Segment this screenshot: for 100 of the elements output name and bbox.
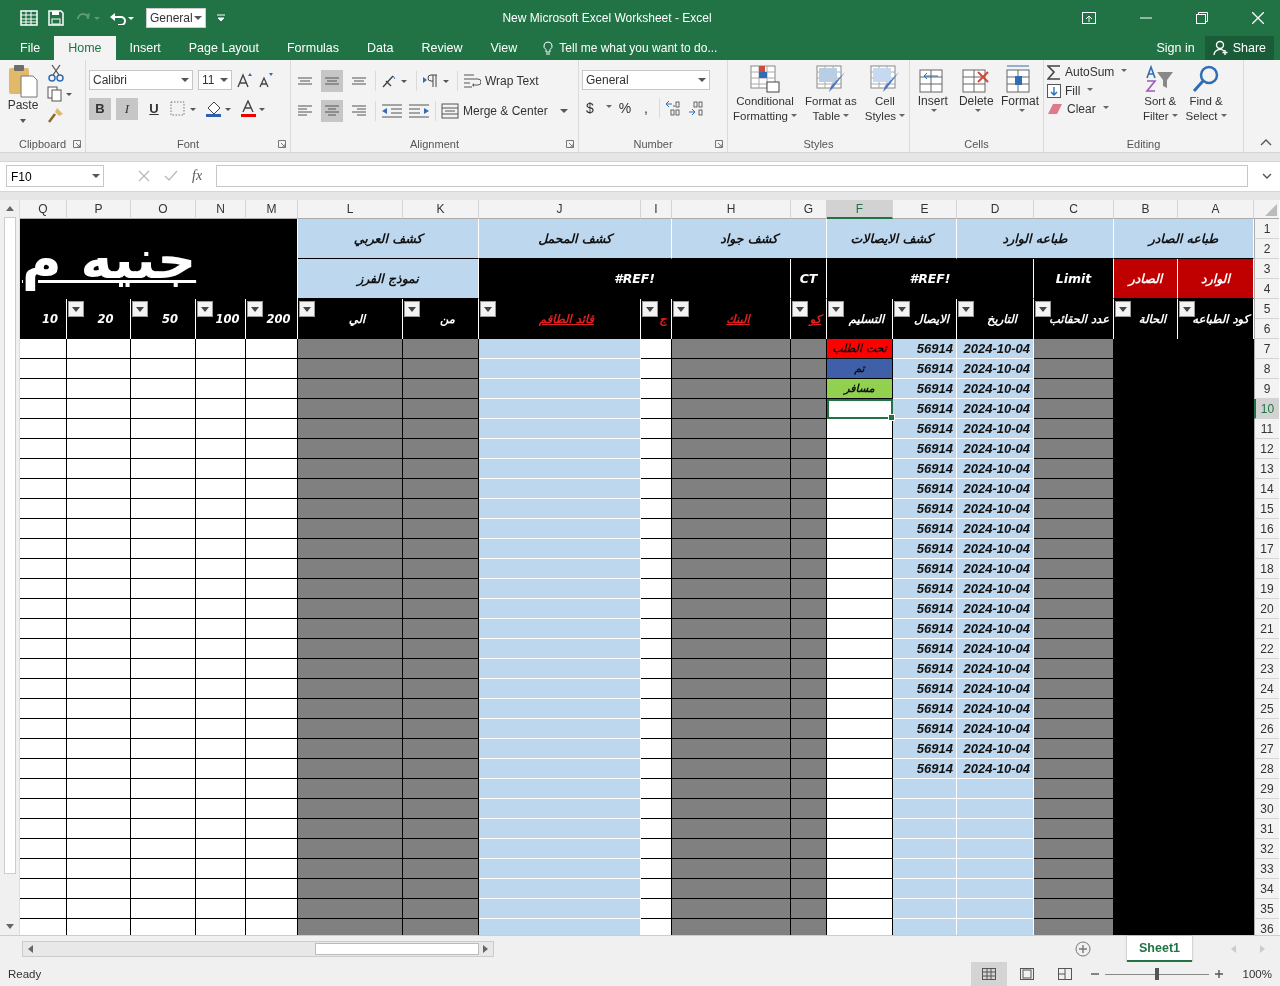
ribbon-tab[interactable]: Page Layout: [174, 35, 273, 60]
increase-indent-icon[interactable]: [408, 102, 430, 119]
text-direction-icon[interactable]: [422, 72, 452, 89]
ribbon-tab[interactable]: Home: [54, 35, 116, 60]
dialog-launcher-icon[interactable]: [566, 139, 574, 148]
styles-button[interactable]: Conditional Formatting: [731, 63, 799, 124]
ribbon-tab[interactable]: Formulas: [272, 35, 354, 60]
percent-button[interactable]: %: [617, 99, 633, 116]
scroll-down-icon[interactable]: [5, 924, 14, 931]
row-header[interactable]: 23: [1254, 659, 1279, 680]
filter-button[interactable]: [958, 301, 974, 318]
row-header[interactable]: 2: [1254, 239, 1279, 260]
name-box[interactable]: F10: [6, 165, 104, 188]
share-button[interactable]: Share: [1204, 35, 1274, 60]
scroll-thumb[interactable]: [3, 217, 16, 875]
filter-button[interactable]: [642, 301, 658, 318]
row-header[interactable]: 22: [1254, 639, 1279, 660]
font-name-dropdown[interactable]: Calibri: [89, 69, 193, 90]
increase-decimal-icon[interactable]: [665, 99, 683, 116]
column-header[interactable]: E: [893, 200, 957, 220]
column-title[interactable]: ج: [659, 312, 667, 327]
filter-button[interactable]: [792, 301, 808, 318]
column-header[interactable]: L: [298, 200, 403, 220]
grow-font-icon[interactable]: [237, 71, 253, 88]
ribbon-tab[interactable]: Review: [407, 35, 477, 60]
row-header[interactable]: 31: [1254, 819, 1279, 840]
horizontal-scrollbar[interactable]: [22, 941, 494, 958]
comma-style-button[interactable]: ,: [638, 99, 654, 116]
filter-button[interactable]: [480, 301, 496, 318]
row-header[interactable]: 12: [1254, 439, 1279, 460]
row-header[interactable]: 4: [1254, 279, 1279, 300]
zoom-in-icon[interactable]: [1214, 970, 1223, 978]
shrink-font-icon[interactable]: [258, 71, 274, 88]
filter-button[interactable]: [1115, 301, 1131, 318]
row-header[interactable]: 30: [1254, 799, 1279, 820]
copy-icon[interactable]: [47, 85, 73, 102]
wrap-text-button[interactable]: Wrap Text: [463, 72, 539, 89]
sort-filter-button[interactable]: Sort & Filter: [1141, 63, 1180, 124]
paste-button[interactable]: Paste: [3, 63, 43, 126]
column-header[interactable]: H: [672, 200, 791, 220]
spreadsheet-icon[interactable]: [20, 9, 38, 26]
column-header[interactable]: P: [67, 200, 131, 220]
find-select-button[interactable]: Find & Select: [1183, 63, 1229, 124]
filter-button[interactable]: [132, 301, 148, 318]
font-style-button[interactable]: B: [89, 97, 111, 120]
row-header[interactable]: 9: [1254, 379, 1279, 400]
ribbon-tab[interactable]: View: [476, 35, 532, 60]
ribbon-tab[interactable]: Insert: [115, 35, 175, 60]
sign-in-link[interactable]: Sign in: [1156, 35, 1195, 60]
column-header[interactable]: C: [1034, 200, 1114, 220]
cells-button[interactable]: Delete: [956, 63, 996, 115]
column-title[interactable]: البنك: [726, 312, 750, 327]
column-header[interactable]: I: [641, 200, 672, 220]
column-header[interactable]: O: [131, 200, 196, 220]
cells-button[interactable]: Insert: [913, 63, 953, 115]
restore-icon[interactable]: [1196, 11, 1208, 24]
save-icon[interactable]: [48, 9, 64, 26]
dialog-launcher-icon[interactable]: [73, 139, 81, 148]
undo-icon[interactable]: [110, 10, 136, 25]
fill-button[interactable]: Fill: [1047, 83, 1137, 98]
row-header[interactable]: 17: [1254, 539, 1279, 560]
number-format-dropdown[interactable]: General: [146, 7, 206, 28]
row-header[interactable]: 24: [1254, 679, 1279, 700]
column-title[interactable]: قائد الطاقم: [539, 312, 594, 327]
currency-button[interactable]: $: [582, 99, 598, 116]
row-header[interactable]: 16: [1254, 519, 1279, 540]
row-header[interactable]: 7: [1254, 339, 1279, 360]
decrease-indent-icon[interactable]: [381, 102, 403, 119]
row-header[interactable]: 25: [1254, 699, 1279, 720]
scroll-thumb[interactable]: [315, 943, 479, 956]
sheet-tab[interactable]: Sheet1: [1127, 936, 1192, 962]
row-header[interactable]: 27: [1254, 739, 1279, 760]
row-header[interactable]: 13: [1254, 459, 1279, 480]
dialog-launcher-icon[interactable]: [278, 139, 286, 148]
font-style-button[interactable]: I: [116, 97, 138, 120]
column-header[interactable]: N: [196, 200, 246, 220]
row-header[interactable]: 34: [1254, 879, 1279, 900]
column-header[interactable]: Q: [20, 200, 67, 220]
tell-me-search[interactable]: Tell me what you want to do...: [559, 40, 718, 55]
row-header[interactable]: 8: [1254, 359, 1279, 380]
row-header[interactable]: 3: [1254, 259, 1279, 280]
merge-center-button[interactable]: Merge & Center: [441, 102, 568, 119]
column-header[interactable]: M: [246, 200, 298, 220]
styles-button[interactable]: Format as Table: [802, 63, 859, 124]
row-header[interactable]: 21: [1254, 619, 1279, 640]
zoom-level[interactable]: 100%: [1242, 968, 1272, 980]
row-header[interactable]: 11: [1254, 419, 1279, 440]
row-header[interactable]: 20: [1254, 599, 1279, 620]
row-header[interactable]: 10: [1254, 399, 1279, 420]
dialog-launcher-icon[interactable]: [715, 139, 723, 148]
row-header[interactable]: 29: [1254, 779, 1279, 800]
number-format-dropdown[interactable]: General: [582, 69, 710, 90]
row-header[interactable]: 33: [1254, 859, 1279, 880]
column-header[interactable]: J: [479, 200, 641, 220]
column-header[interactable]: G: [791, 200, 827, 220]
row-header[interactable]: 1: [1254, 219, 1279, 240]
vertical-scrollbar[interactable]: [0, 200, 20, 936]
row-header[interactable]: 32: [1254, 839, 1279, 860]
column-header[interactable]: K: [403, 200, 479, 220]
row-header[interactable]: 35: [1254, 899, 1279, 920]
